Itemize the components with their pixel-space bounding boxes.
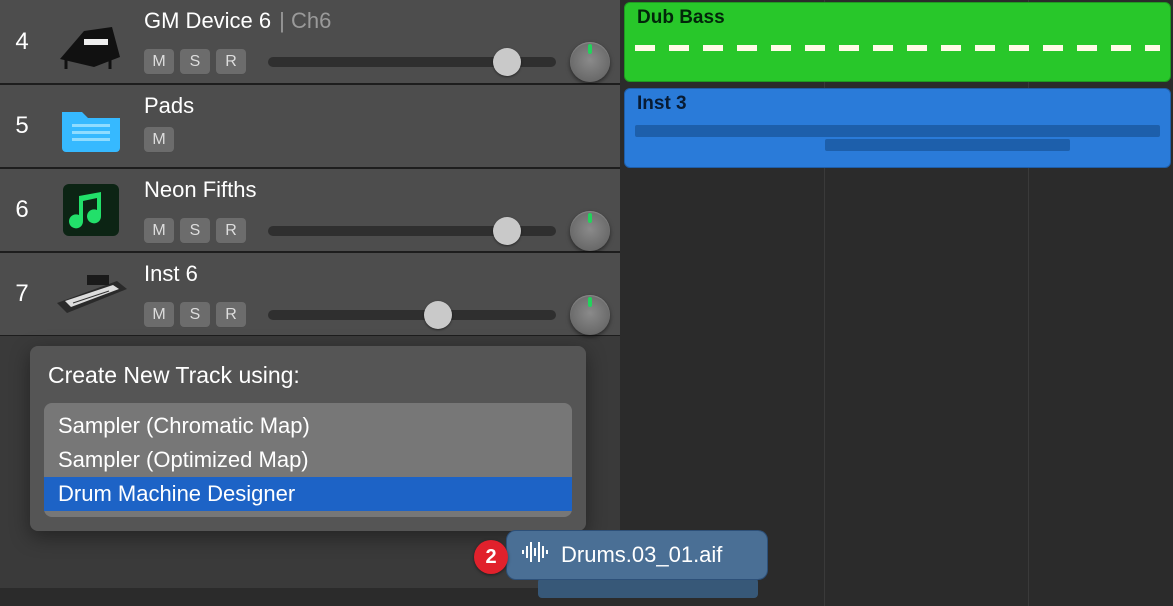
popup-option[interactable]: Drum Machine Designer	[44, 477, 572, 511]
record-button[interactable]: R	[216, 49, 246, 75]
record-button[interactable]: R	[216, 218, 246, 244]
track-name[interactable]: GM Device 6| Ch6	[144, 8, 610, 34]
popup-title: Create New Track using:	[44, 362, 572, 389]
region-dub-bass[interactable]: Dub Bass	[624, 2, 1171, 82]
keyboard-icon[interactable]	[52, 263, 130, 325]
piano-icon[interactable]	[52, 10, 130, 72]
track-header-panel: 4 GM Device 6| Ch6 MSR 5 Pads M 6 Neon F…	[0, 0, 620, 336]
record-button[interactable]: R	[216, 302, 246, 328]
pan-knob[interactable]	[570, 211, 610, 251]
track-row[interactable]: 5 Pads M	[0, 84, 620, 168]
solo-button[interactable]: S	[180, 302, 210, 328]
folder-icon[interactable]	[52, 95, 130, 157]
midi-notes-preview	[635, 45, 1160, 51]
track-number: 4	[0, 0, 44, 83]
solo-button[interactable]: S	[180, 49, 210, 75]
mute-button[interactable]: M	[144, 302, 174, 328]
mute-button[interactable]: M	[144, 127, 174, 153]
mute-button[interactable]: M	[144, 49, 174, 75]
volume-slider[interactable]	[268, 49, 556, 75]
volume-slider[interactable]	[268, 302, 556, 328]
track-number: 6	[0, 169, 44, 251]
solo-button[interactable]: S	[180, 218, 210, 244]
music-icon[interactable]	[52, 179, 130, 241]
track-number: 7	[0, 253, 44, 335]
drag-file-name: Drums.03_01.aif	[561, 542, 722, 568]
create-track-popup: Create New Track using: Sampler (Chromat…	[30, 346, 586, 531]
volume-slider[interactable]	[268, 218, 556, 244]
popup-option[interactable]: Sampler (Optimized Map)	[44, 443, 572, 477]
track-name[interactable]: Inst 6	[144, 261, 610, 287]
drag-file-chip[interactable]: Drums.03_01.aif	[506, 530, 768, 580]
mute-button[interactable]: M	[144, 218, 174, 244]
popup-option[interactable]: Sampler (Chromatic Map)	[44, 409, 572, 443]
drag-chip-shadow	[538, 578, 758, 598]
track-number: 5	[0, 85, 44, 167]
track-row[interactable]: 6 Neon Fifths MSR	[0, 168, 620, 252]
track-name[interactable]: Neon Fifths	[144, 177, 610, 203]
track-name[interactable]: Pads	[144, 93, 610, 119]
track-row[interactable]: 4 GM Device 6| Ch6 MSR	[0, 0, 620, 84]
pan-knob[interactable]	[570, 42, 610, 82]
waveform-icon	[521, 540, 549, 570]
midi-notes-preview	[635, 125, 1160, 137]
region-inst-3[interactable]: Inst 3	[624, 88, 1171, 168]
popup-option-list: Sampler (Chromatic Map)Sampler (Optimize…	[44, 403, 572, 517]
region-label: Dub Bass	[637, 7, 725, 28]
timeline-area[interactable]: Dub Bass Inst 3	[620, 0, 1173, 606]
region-label: Inst 3	[637, 93, 687, 114]
track-row[interactable]: 7 Inst 6 MSR	[0, 252, 620, 336]
drag-count-badge: 2	[474, 540, 508, 574]
midi-notes-preview	[825, 139, 1070, 151]
pan-knob[interactable]	[570, 295, 610, 335]
